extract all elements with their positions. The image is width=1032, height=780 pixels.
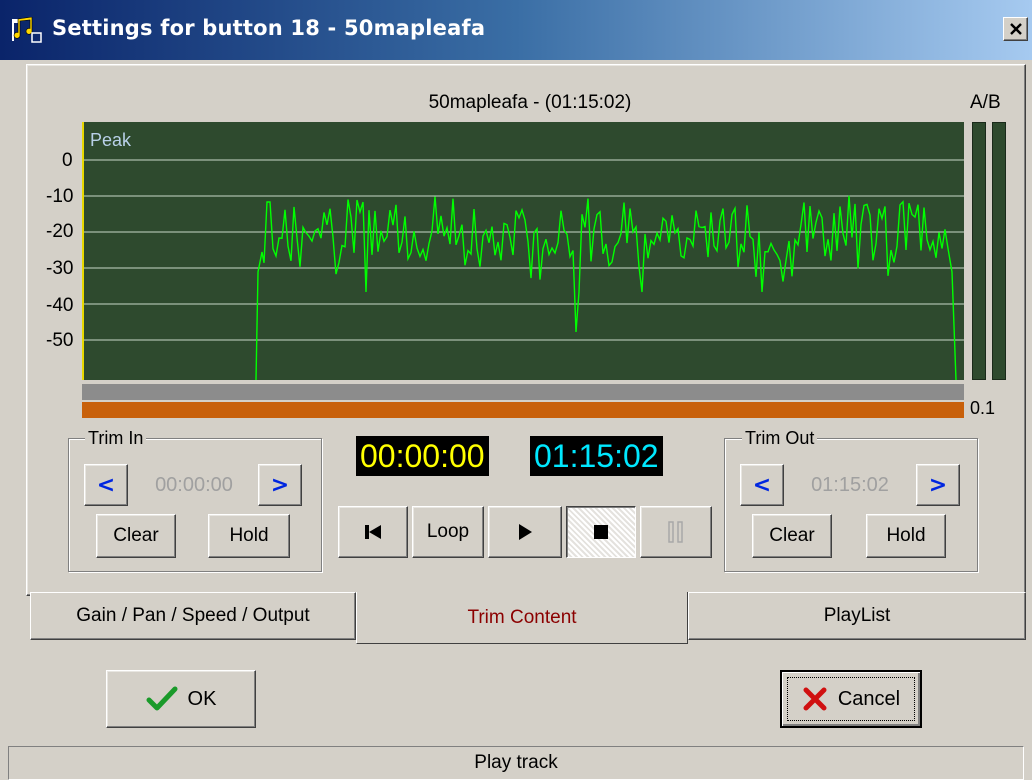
window-title: Settings for button 18 - 50mapleafa bbox=[52, 16, 486, 40]
stop-icon bbox=[594, 525, 608, 539]
trim-in-next-button[interactable]: > bbox=[258, 464, 302, 506]
loop-button[interactable]: Loop bbox=[412, 506, 484, 558]
title-bar: Settings for button 18 - 50mapleafa bbox=[0, 0, 1032, 60]
peak-label: Peak bbox=[90, 130, 132, 150]
cancel-label: Cancel bbox=[837, 687, 901, 710]
tab-trim-content[interactable]: Trim Content bbox=[356, 592, 688, 644]
trim-range-bar[interactable] bbox=[82, 402, 964, 418]
ok-button[interactable]: OK bbox=[106, 670, 256, 728]
tab-playlist[interactable]: PlayList bbox=[688, 592, 1026, 640]
cancel-x-icon bbox=[803, 687, 827, 711]
play-icon bbox=[519, 524, 532, 540]
stop-button[interactable] bbox=[566, 506, 636, 558]
ok-label: OK bbox=[187, 687, 217, 710]
trim-out-clear-button[interactable]: Clear bbox=[752, 514, 832, 558]
close-icon bbox=[1009, 23, 1022, 35]
meter-a bbox=[972, 122, 986, 380]
trim-out-next-button[interactable]: > bbox=[916, 464, 960, 506]
trim-out-time: 01:15:02 bbox=[811, 474, 889, 496]
trim-in-time: 00:00:00 bbox=[155, 474, 233, 496]
trim-in-prev-button[interactable]: < bbox=[84, 464, 128, 506]
waveform-display[interactable]: Peak bbox=[82, 122, 964, 380]
pause-icon bbox=[668, 521, 683, 543]
position-time-display: 00:00:00 bbox=[356, 436, 489, 476]
meter-value: 0.1 bbox=[970, 398, 996, 418]
meter-b bbox=[992, 122, 1006, 380]
trim-out-legend: Trim Out bbox=[742, 428, 818, 449]
close-button[interactable] bbox=[1003, 17, 1028, 41]
status-bar: Play track bbox=[8, 746, 1024, 780]
trim-out-hold-button[interactable]: Hold bbox=[866, 514, 946, 558]
pause-button[interactable] bbox=[640, 506, 712, 558]
y-tick-label: -40 bbox=[46, 295, 74, 316]
app-icon bbox=[12, 17, 42, 43]
length-time-display: 01:15:02 bbox=[530, 436, 663, 476]
play-button[interactable] bbox=[488, 506, 562, 558]
waveform-trace bbox=[255, 195, 957, 380]
y-tick-label: -50 bbox=[46, 330, 74, 351]
status-text: Play track bbox=[474, 752, 558, 773]
y-tick-label: -20 bbox=[46, 221, 74, 242]
trim-in-legend: Trim In bbox=[85, 428, 147, 449]
waveform-graph bbox=[84, 159, 964, 380]
cancel-button[interactable]: Cancel bbox=[780, 670, 922, 728]
checkmark-icon bbox=[146, 686, 178, 711]
skip-to-start-button[interactable] bbox=[338, 506, 408, 558]
selection-bar[interactable] bbox=[82, 384, 964, 400]
trim-in-clear-button[interactable]: Clear bbox=[96, 514, 176, 558]
trim-out-prev-button[interactable]: < bbox=[740, 464, 784, 506]
y-tick-label: -30 bbox=[46, 258, 74, 279]
skip-to-start-icon bbox=[365, 525, 381, 539]
y-tick-label: -10 bbox=[46, 186, 74, 207]
ab-meter-label: A/B bbox=[970, 92, 1001, 113]
waveform-title: 50mapleafa - (01:15:02) bbox=[428, 92, 632, 113]
tab-gain-pan-speed-output[interactable]: Gain / Pan / Speed / Output bbox=[30, 592, 356, 640]
trim-in-hold-button[interactable]: Hold bbox=[208, 514, 290, 558]
